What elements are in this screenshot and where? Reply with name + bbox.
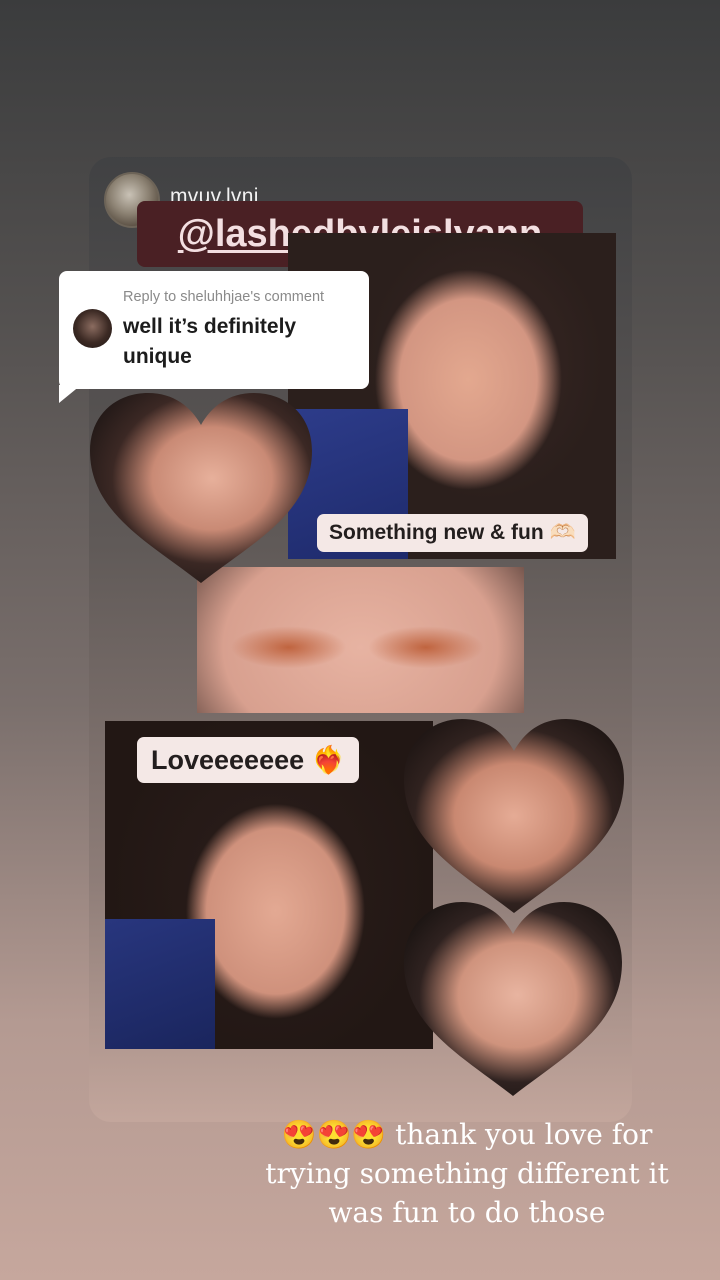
commenter-avatar	[73, 309, 112, 348]
comment-reply-tail	[59, 385, 81, 403]
heart-photo-right-top	[404, 719, 624, 915]
story-caption: 😍😍😍 thank you love for trying something …	[265, 1118, 669, 1229]
reply-header: Reply to sheluhhjae's comment	[123, 289, 325, 305]
heart-photo-left	[90, 393, 312, 585]
lashes-closeup-photo	[197, 567, 524, 713]
reply-comment-text: well it’s definitely unique	[123, 315, 297, 368]
heart-photo-right-bottom	[404, 902, 622, 1098]
text-sticker-love[interactable]: Loveeeeeee ❤️‍🔥	[137, 737, 360, 783]
text-sticker-something-new[interactable]: Something new & fun 🫶🏻	[317, 514, 588, 552]
